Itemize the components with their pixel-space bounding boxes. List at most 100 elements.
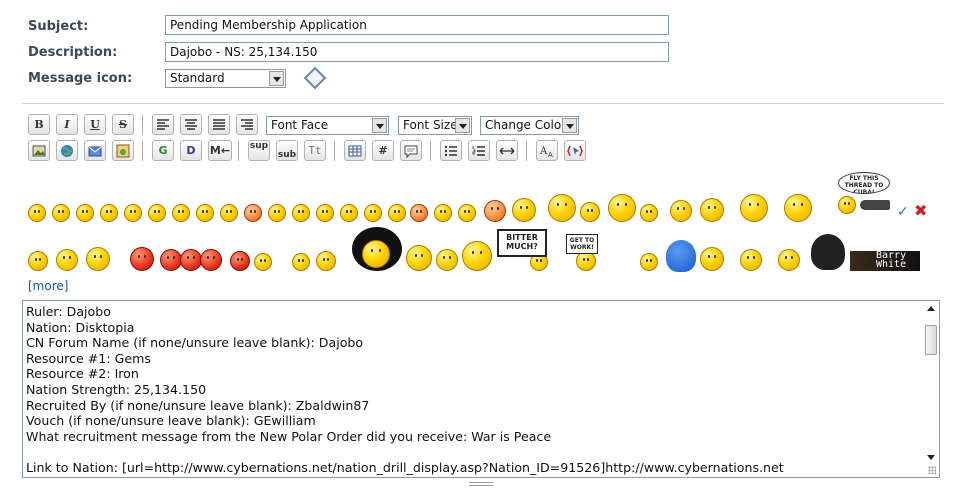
scroll-up-icon[interactable] xyxy=(927,306,935,311)
bullet-list-button[interactable] xyxy=(440,140,462,161)
subject-label: Subject: xyxy=(28,19,89,34)
vertical-scrollbar[interactable] xyxy=(925,303,937,463)
smiley-icon[interactable] xyxy=(56,249,78,271)
insert-email-button[interactable] xyxy=(84,140,106,161)
smiley-icon[interactable] xyxy=(28,204,46,222)
remove-format-button[interactable]: AA xyxy=(536,140,558,161)
smiley-icon[interactable] xyxy=(364,204,382,222)
ninja-smiley-icon[interactable] xyxy=(811,234,845,270)
smiley-icon[interactable] xyxy=(458,204,476,222)
teletype-button[interactable]: Tt xyxy=(304,140,326,161)
smiley-icon[interactable] xyxy=(244,204,262,222)
get-to-work-sign[interactable]: GET TO WORK! xyxy=(566,234,598,254)
subject-input[interactable]: Pending Membership Application xyxy=(165,15,669,35)
cookie-monster-icon[interactable] xyxy=(666,240,696,272)
smiley-icon[interactable] xyxy=(76,204,94,222)
table-icon xyxy=(348,145,362,156)
smiley-icon[interactable] xyxy=(28,251,48,271)
description-input[interactable]: Dajobo - NS: 25,134.150 xyxy=(165,42,669,62)
align-center-icon xyxy=(185,118,197,130)
smiley-icon[interactable] xyxy=(778,249,800,271)
fly-thread-to-cuba-sign[interactable]: FLY THIS THREAD TO CUBA! xyxy=(838,172,890,194)
textarea-resize-handle[interactable] xyxy=(469,482,493,486)
smiley-icon[interactable] xyxy=(640,253,658,271)
subscript-button[interactable]: sub xyxy=(276,140,298,161)
smiley-icon[interactable] xyxy=(784,194,812,222)
smiley-icon[interactable] xyxy=(838,196,856,214)
x-mark-icon[interactable]: ✖ xyxy=(914,201,927,220)
bitter-much-sign[interactable]: BITTER MUCH? xyxy=(497,229,547,257)
smiley-icon[interactable] xyxy=(484,200,506,222)
smiley-icon[interactable] xyxy=(220,204,238,222)
scroll-down-icon[interactable] xyxy=(927,455,935,460)
smiley-icon[interactable] xyxy=(200,249,222,271)
strikethrough-button[interactable]: S xyxy=(112,114,134,135)
align-justify-button[interactable] xyxy=(208,114,230,135)
smiley-icon[interactable] xyxy=(230,251,250,271)
smiley-icon[interactable] xyxy=(124,204,142,222)
smiley-icon[interactable] xyxy=(700,247,724,271)
align-right-button[interactable] xyxy=(236,114,258,135)
smiley-icon[interactable] xyxy=(180,249,202,271)
insert-image-button[interactable] xyxy=(28,140,50,161)
italic-button[interactable]: I xyxy=(56,114,78,135)
font-size-select[interactable]: Font Size xyxy=(398,116,472,135)
change-color-select[interactable]: Change Color xyxy=(480,116,579,135)
smiley-icon[interactable] xyxy=(316,204,334,222)
insert-quote-button[interactable] xyxy=(400,140,422,161)
smiley-icon[interactable] xyxy=(670,200,692,222)
smiley-icon[interactable] xyxy=(740,249,762,271)
smiley-icon[interactable] xyxy=(434,204,452,222)
smiley-icon[interactable] xyxy=(130,247,154,271)
barry-white-image[interactable]: Barry White xyxy=(850,251,920,271)
smiley-icon[interactable] xyxy=(740,194,768,222)
scroll-thumb[interactable] xyxy=(925,325,937,355)
smiley-icon[interactable] xyxy=(172,204,190,222)
smiley-icon[interactable] xyxy=(576,251,596,271)
bold-button[interactable]: B xyxy=(28,114,50,135)
insert-flash-button[interactable] xyxy=(112,140,134,161)
smiley-icon[interactable] xyxy=(406,245,432,271)
smiley-icon[interactable] xyxy=(608,194,636,222)
smiley-icon[interactable] xyxy=(148,204,166,222)
smiley-icon[interactable] xyxy=(316,251,336,271)
smiley-icon[interactable] xyxy=(580,202,600,222)
checkmark-icon[interactable]: ✓ xyxy=(897,204,909,220)
smiley-icon[interactable] xyxy=(388,204,406,222)
smiley-icon[interactable] xyxy=(52,204,70,222)
smiley-icon[interactable] xyxy=(462,241,492,271)
more-smilies-link[interactable]: [more] xyxy=(28,279,68,293)
insert-table-button[interactable] xyxy=(344,140,366,161)
smiley-icon[interactable] xyxy=(160,249,182,271)
smiley-icon[interactable] xyxy=(640,204,658,222)
message-icon-select[interactable]: Standard xyxy=(165,69,286,88)
smiley-icon[interactable] xyxy=(268,204,286,222)
align-center-button[interactable] xyxy=(180,114,202,135)
align-left-button[interactable] xyxy=(152,114,174,135)
smiley-icon[interactable] xyxy=(340,204,358,222)
underline-button[interactable]: U xyxy=(84,114,106,135)
horizontal-rule-button[interactable] xyxy=(496,140,518,161)
smiley-icon[interactable] xyxy=(100,204,118,222)
smiley-icon[interactable] xyxy=(436,249,458,271)
font-face-select[interactable]: Font Face xyxy=(266,116,389,135)
glow-button[interactable]: G xyxy=(152,140,174,161)
smiley-icon[interactable] xyxy=(292,253,310,271)
toggle-view-button[interactable] xyxy=(564,140,586,161)
smiley-icon[interactable] xyxy=(86,247,110,271)
smiley-icon[interactable] xyxy=(410,204,428,222)
marquee-button[interactable]: M← xyxy=(208,140,232,161)
smiley-icon[interactable] xyxy=(548,194,576,222)
shadow-button[interactable]: D xyxy=(180,140,202,161)
smiley-icon[interactable] xyxy=(512,198,536,222)
message-textarea[interactable]: Ruler: Dajobo Nation: Disktopia CN Forum N… xyxy=(22,300,940,478)
insert-code-button[interactable]: # xyxy=(372,140,394,161)
smiley-icon[interactable] xyxy=(196,204,214,222)
insert-link-button[interactable] xyxy=(56,140,78,161)
numbered-list-button[interactable] xyxy=(468,140,490,161)
superscript-button[interactable]: sup xyxy=(248,140,270,161)
resize-grip-icon[interactable] xyxy=(928,466,936,474)
smiley-icon[interactable] xyxy=(700,198,724,222)
smiley-icon[interactable] xyxy=(254,253,272,271)
smiley-icon[interactable] xyxy=(292,204,310,222)
